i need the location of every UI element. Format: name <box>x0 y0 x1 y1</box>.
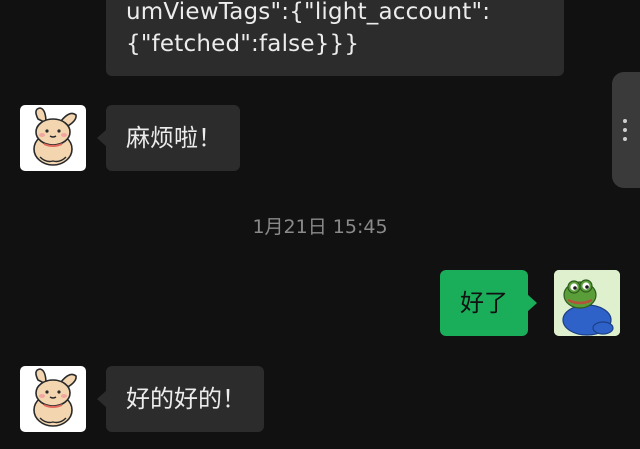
contact-avatar[interactable] <box>20 366 86 432</box>
message-bubble-incoming[interactable]: umViewTags":{"light_account": {"fetched"… <box>106 0 564 76</box>
message-bubble-incoming[interactable]: 麻烦啦！ <box>97 105 240 171</box>
self-avatar[interactable] <box>554 270 620 336</box>
frog-avatar-icon <box>554 270 620 336</box>
side-scroll-handle[interactable] <box>612 72 640 188</box>
bunny-avatar-icon <box>33 368 77 427</box>
bunny-avatar-icon <box>33 107 77 166</box>
chat-timestamp: 1月21日 15:45 <box>252 216 388 238</box>
message-bubble-outgoing[interactable]: 好了 <box>440 270 537 336</box>
message-bubble-incoming[interactable]: 好的好的！ <box>97 366 264 432</box>
contact-avatar[interactable] <box>20 105 86 171</box>
